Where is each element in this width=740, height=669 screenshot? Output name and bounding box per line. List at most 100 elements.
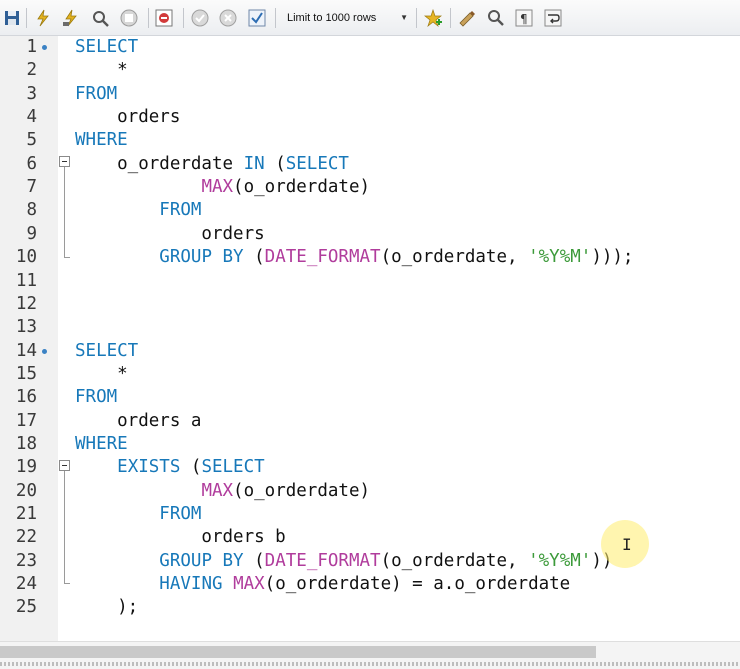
chevron-down-icon: ▼ xyxy=(400,13,408,22)
line-number: 22 xyxy=(15,527,37,548)
line-number: 10 xyxy=(15,247,37,268)
explain-icon[interactable] xyxy=(91,9,109,27)
code-text: FROM xyxy=(75,387,118,408)
code-line[interactable]: 19 EXISTS (SELECT xyxy=(0,456,740,479)
code-text: orders xyxy=(75,223,265,244)
code-text: FROM xyxy=(159,504,202,524)
execute-current-icon[interactable] xyxy=(62,9,80,27)
code-text: MAX(o_orderdate) xyxy=(201,177,371,198)
save-icon[interactable] xyxy=(4,9,22,27)
line-number: 2 xyxy=(26,60,37,81)
code-text: orders a xyxy=(75,410,202,431)
scrollbar-thumb[interactable] xyxy=(0,646,596,658)
autocommit-icon[interactable] xyxy=(248,9,266,27)
code-line[interactable]: 15 * xyxy=(0,363,740,386)
invisible-chars-icon[interactable]: ¶ xyxy=(515,9,533,27)
fold-toggle-icon[interactable] xyxy=(59,156,70,167)
editor-toolbar: Limit to 1000 rows ▼ ¶ xyxy=(0,0,740,36)
code-text: MAX(o_orderdate) xyxy=(201,480,371,501)
code-line[interactable]: 24 HAVING MAX(o_orderdate) = a.o_orderda… xyxy=(0,573,740,596)
line-number: 16 xyxy=(15,387,37,408)
code-line[interactable]: 6 o_orderdate IN (SELECT xyxy=(0,153,740,176)
code-text: * xyxy=(75,363,128,384)
rollback-icon[interactable] xyxy=(219,9,237,27)
code-text: ); xyxy=(75,597,139,618)
line-number: 14 xyxy=(15,340,37,361)
execute-icon[interactable] xyxy=(34,9,52,27)
limit-rows-select[interactable]: Limit to 1000 rows ▼ xyxy=(283,9,410,27)
code-line[interactable]: 25 ); xyxy=(0,596,740,619)
beautify-icon[interactable] xyxy=(458,9,476,27)
line-number: 17 xyxy=(15,410,37,431)
line-number: 13 xyxy=(15,317,37,338)
line-number: 11 xyxy=(15,270,37,291)
code-line[interactable]: 5 WHERE xyxy=(0,129,740,152)
line-number: 18 xyxy=(15,433,37,454)
code-line[interactable]: 14 SELECT xyxy=(0,340,740,363)
code-line[interactable]: 3 FROM xyxy=(0,83,740,106)
line-number: 9 xyxy=(26,223,37,244)
code-line[interactable]: 10 GROUP BY (DATE_FORMAT(o_orderdate, '%… xyxy=(0,246,740,269)
fold-guide xyxy=(64,167,65,257)
code-text: o_orderdate IN (SELECT xyxy=(75,153,349,174)
find-icon[interactable] xyxy=(487,9,505,27)
horizontal-scrollbar[interactable] xyxy=(0,641,740,669)
fold-guide xyxy=(64,471,65,583)
toolbar-separator xyxy=(183,8,184,28)
toolbar-separator xyxy=(26,8,27,28)
wrap-lines-icon[interactable] xyxy=(544,9,562,27)
code-line[interactable]: 9 orders xyxy=(0,223,740,246)
line-number: 1 xyxy=(26,37,37,57)
code-text: FROM xyxy=(75,83,118,104)
line-number: 12 xyxy=(15,293,37,314)
fold-guide-end xyxy=(64,583,70,584)
add-snippet-icon[interactable] xyxy=(424,9,442,27)
code-line[interactable]: 18 WHERE xyxy=(0,433,740,456)
panel-splitter[interactable] xyxy=(0,662,740,666)
code-line[interactable]: 7 MAX(o_orderdate) xyxy=(0,176,740,199)
code-line[interactable]: 16 FROM xyxy=(0,386,740,409)
code-text: WHERE xyxy=(75,433,128,454)
line-number: 7 xyxy=(26,177,37,198)
statement-marker-icon xyxy=(42,348,47,354)
line-number: 23 xyxy=(15,550,37,571)
code-line[interactable]: 4 orders xyxy=(0,106,740,129)
code-line[interactable]: 2 * xyxy=(0,59,740,82)
line-number: 5 xyxy=(26,130,37,151)
toolbar-separator xyxy=(450,8,451,28)
code-text: HAVING MAX(o_orderdate) = a.o_orderdate xyxy=(159,574,571,595)
fold-toggle-icon[interactable] xyxy=(59,460,70,471)
code-text: EXISTS (SELECT xyxy=(117,457,265,478)
code-line[interactable]: 8 FROM xyxy=(0,199,740,222)
code-text: orders xyxy=(75,107,181,128)
toggle-continue-on-error-icon[interactable] xyxy=(155,9,173,27)
code-text: SELECT xyxy=(75,37,139,57)
line-number: 4 xyxy=(26,107,37,128)
line-number: 21 xyxy=(15,504,37,524)
code-text: * xyxy=(75,60,128,81)
line-number: 8 xyxy=(26,200,37,221)
toolbar-separator xyxy=(148,8,149,28)
fold-guide-end xyxy=(64,257,70,258)
code-line[interactable]: 11 xyxy=(0,270,740,293)
toolbar-separator xyxy=(275,8,276,28)
code-text: GROUP BY (DATE_FORMAT(o_orderdate, '%Y%M… xyxy=(159,550,613,571)
limit-rows-value: Limit to 1000 rows xyxy=(287,12,377,24)
code-text: orders b xyxy=(75,527,286,548)
code-text: GROUP BY (DATE_FORMAT(o_orderdate, '%Y%M… xyxy=(159,247,634,268)
line-number: 19 xyxy=(15,457,37,478)
line-number: 6 xyxy=(26,153,37,174)
toolbar-separator xyxy=(416,8,417,28)
line-number: 24 xyxy=(15,574,37,595)
code-text: FROM xyxy=(159,200,202,221)
code-line[interactable]: 12 xyxy=(0,293,740,316)
code-line[interactable]: 17 orders a xyxy=(0,410,740,433)
statement-marker-icon xyxy=(42,45,47,50)
stop-icon[interactable] xyxy=(120,9,138,27)
code-text: SELECT xyxy=(75,340,139,361)
code-line[interactable]: 13 xyxy=(0,316,740,339)
commit-icon[interactable] xyxy=(191,9,209,27)
code-line[interactable]: 1 SELECT xyxy=(0,36,740,59)
line-number: 25 xyxy=(15,597,37,618)
code-line[interactable]: 20 MAX(o_orderdate) xyxy=(0,480,740,503)
